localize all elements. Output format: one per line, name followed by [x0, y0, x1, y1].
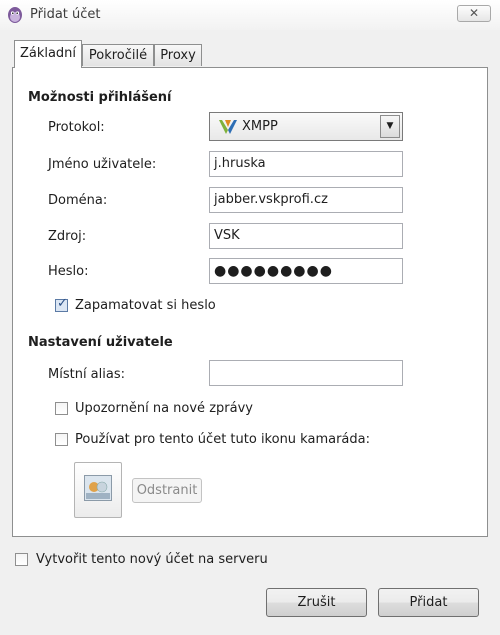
tab-advanced-label: Pokročilé	[88, 48, 148, 63]
window-title: Přidat účet	[30, 7, 101, 22]
close-icon: ✕	[468, 6, 480, 20]
cancel-button[interactable]: Zrušit	[266, 588, 367, 617]
new-mail-notify-label: Upozornění na nové zprávy	[75, 401, 253, 416]
protocol-value: XMPP	[242, 119, 278, 134]
tab-advanced[interactable]: Pokročilé	[82, 44, 154, 66]
username-label: Jméno uživatele:	[48, 157, 157, 172]
create-account-checkbox[interactable]	[15, 553, 28, 566]
tab-proxy[interactable]: Proxy	[154, 44, 202, 66]
remember-password-checkbox[interactable]: ✓	[55, 296, 68, 312]
user-settings-heading: Nastavení uživatele	[28, 335, 173, 350]
pidgin-icon	[8, 7, 22, 23]
password-label: Heslo:	[48, 264, 89, 279]
use-buddy-icon-checkbox[interactable]	[55, 433, 68, 446]
remember-password-label: Zapamatovat si heslo	[75, 298, 216, 313]
buddy-icon-button[interactable]	[74, 462, 122, 518]
domain-field[interactable]: jabber.vskprofi.cz	[209, 187, 403, 213]
new-mail-notify-checkbox[interactable]	[55, 402, 68, 415]
remove-icon-button[interactable]: Odstranit	[132, 478, 202, 503]
buddy-image-icon	[84, 475, 112, 501]
local-alias-label: Místní alias:	[48, 367, 125, 382]
xmpp-icon	[219, 120, 237, 134]
close-button[interactable]: ✕	[457, 5, 491, 22]
chevron-down-icon[interactable]: ▼	[380, 115, 400, 138]
add-button[interactable]: Přidat	[378, 588, 479, 617]
protocol-label: Protokol:	[48, 120, 105, 135]
login-options-heading: Možnosti přihlášení	[28, 90, 172, 105]
resource-field[interactable]: VSK	[209, 223, 403, 249]
use-buddy-icon-label: Používat pro tento účet tuto ikonu kamar…	[75, 432, 370, 447]
password-field[interactable]: ●●●●●●●●●	[209, 258, 403, 284]
tab-basic[interactable]: Základní	[14, 40, 82, 68]
domain-label: Doména:	[48, 193, 108, 208]
resource-label: Zdroj:	[48, 229, 87, 244]
protocol-select[interactable]: XMPP ▼	[209, 112, 403, 141]
title-bar: Přidat účet ✕	[0, 0, 500, 30]
tab-proxy-label: Proxy	[160, 48, 196, 63]
tab-basic-label: Základní	[19, 46, 77, 61]
create-account-label: Vytvořit tento nový účet na serveru	[36, 552, 268, 567]
username-field[interactable]: j.hruska	[209, 151, 403, 177]
checkmark-icon: ✓	[57, 296, 68, 311]
local-alias-field[interactable]	[209, 360, 403, 386]
